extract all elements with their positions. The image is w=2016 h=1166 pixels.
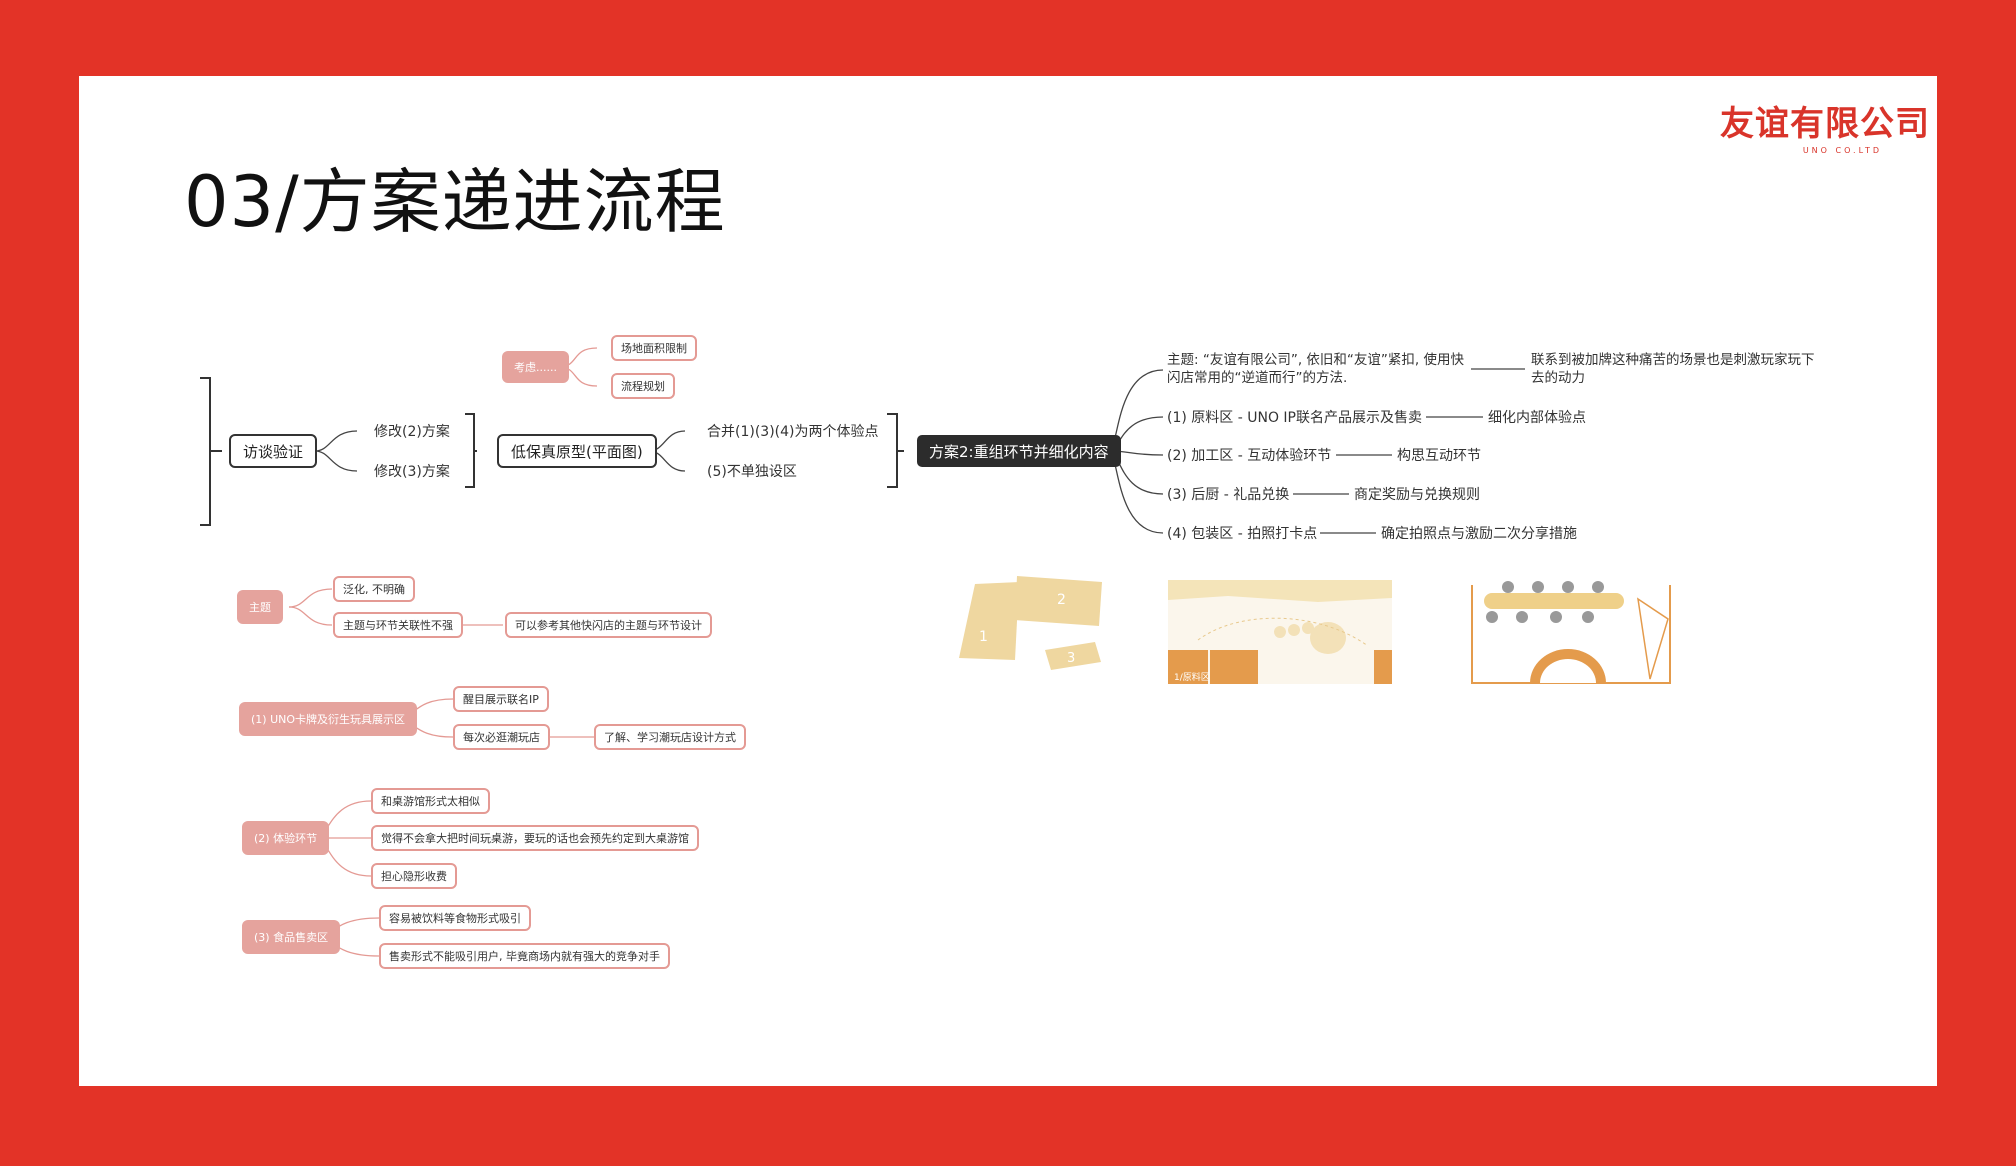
feedback-zone1-followup: 了解、学习潮玩店设计方式 [594,724,746,750]
site-limit-node: 场地面积限制 [611,335,697,361]
feedback-zone1-node: (1) UNO卡牌及衍生玩具展示区 [239,702,418,736]
block-label-3: 3 [1067,651,1075,666]
feedback-zone3-item-2: 售卖形式不能吸引用户, 毕竟商场内就有强大的竞争对手 [379,943,670,969]
feedback-theme-item-2: 主题与环节关联性不强 [333,612,463,638]
lofi-prototype-node: 低保真原型(平面图) [497,434,657,468]
scheme2-node: 方案2:重组环节并细化内容 [917,435,1121,467]
branch-4-detail: 确定拍照点与激励二次分享措施 [1381,526,1577,542]
slide: 03/方案递进流程 友谊有限公司 UNO CO.LTD 访谈验证 修改(2)方案… [79,76,1937,1086]
feedback-zone1-item-1: 醒目展示联名IP [453,686,549,712]
block-label-2: 2 [1057,592,1066,608]
revise-2-node: 修改(2)方案 [374,424,450,440]
feedback-zone3-item-1: 容易被饮料等食物形式吸引 [379,905,531,931]
process-plan-node: 流程规划 [611,373,675,399]
feedback-theme-item-1: 泛化, 不明确 [333,576,415,602]
processing-plan-thumbnail [1468,579,1698,685]
branch-theme-detail: 联系到被加牌这种痛苦的场景也是刺激玩家玩下 去的动力 [1531,352,1815,386]
block-label-1: 1 [979,629,988,645]
branch-2-label: (2) 加工区 - 互动体验环节 [1167,448,1332,464]
plan-zone-label: 1/原料区 [1174,671,1210,683]
interview-node: 访谈验证 [229,434,318,468]
feedback-zone1-item-2: 每次必逛潮玩店 [453,724,550,750]
branch-1-detail: 细化内部体验点 [1488,410,1586,426]
branch-3-detail: 商定奖励与兑换规则 [1354,487,1480,503]
raw-material-plan-thumbnail: 1/原料区 [1168,580,1392,684]
branch-2-detail: 构思互动环节 [1397,448,1481,464]
revise-3-node: 修改(3)方案 [374,464,450,480]
branch-theme-label: 主题: “友谊有限公司”, 依旧和“友谊”紧扣, 使用快 闪店常用的“逆道而行”… [1167,352,1464,386]
branch-1-label: (1) 原料区 - UNO IP联名产品展示及售卖 [1167,410,1422,426]
feedback-theme-followup: 可以参考其他快闪店的主题与环节设计 [505,612,712,638]
feedback-zone2-item-3: 担心隐形收费 [371,863,457,889]
feedback-zone2-node: (2) 体验环节 [242,821,330,855]
feedback-zone2-item-1: 和桌游馆形式太相似 [371,788,490,814]
block-layout-thumbnail: 1 2 3 [959,576,1102,670]
feedback-zone2-item-2: 觉得不会拿大把时间玩桌游，要玩的话也会预先约定到大桌游馆 [371,825,699,851]
merge-node: 合并(1)(3)(4)为两个体验点 [707,424,879,440]
feedback-zone3-node: (3) 食品售卖区 [242,920,341,954]
branch-3-label: (3) 后厨 - 礼品兑换 [1167,487,1290,503]
branch-4-label: (4) 包装区 - 拍照打卡点 [1167,526,1318,542]
no-separate-node: (5)不单独设区 [707,464,797,480]
feedback-theme-node: 主题 [237,590,283,624]
consider-node: 考虑...... [502,351,569,383]
